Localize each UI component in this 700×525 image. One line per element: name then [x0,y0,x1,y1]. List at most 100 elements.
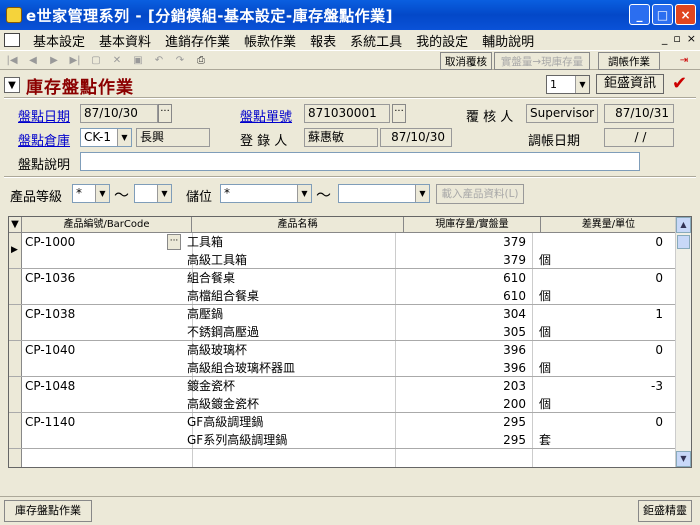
minimize-button[interactable]: _ [629,4,650,25]
cell-stock-qty[interactable]: 304 [397,305,530,323]
cell-counted-qty[interactable]: 379 [397,251,530,269]
menu-inventory[interactable]: 進銷存作業 [158,31,237,50]
warehouse-label[interactable]: 盤點倉庫 [18,130,70,149]
grade-to-select[interactable]: ▼ [134,184,172,203]
cell-stock-qty[interactable]: 203 [397,377,530,395]
cell-full-name[interactable]: 高級工具箱 [187,251,387,269]
cell-counted-qty[interactable]: 305 [397,323,530,341]
delete-icon[interactable]: ✕ [108,52,126,68]
new-icon[interactable]: ▢ [87,52,105,68]
table-row[interactable]: CP-1140 GF高級調理鍋 GF系列高級調理鍋 295 295 0 套 [9,413,677,449]
col-code[interactable]: 產品編號/BarCode [22,217,192,232]
col-qty[interactable]: 現庫存量/實盤量 [404,217,541,232]
grid-vscrollbar[interactable]: ▲ ▼ [675,217,691,467]
cell-code[interactable]: CP-1038 [23,305,163,323]
cell-full-name[interactable]: 不銹鋼高壓過 [187,323,387,341]
warehouse-select[interactable]: CK-1 ▼ [80,128,132,147]
menu-my-settings[interactable]: 我的設定 [409,31,475,50]
menu-basic-settings[interactable]: 基本設定 [26,31,92,50]
cell-name[interactable]: GF高級調理鍋 [187,413,387,431]
table-row[interactable]: CP-1040 高級玻璃杯 高級組合玻璃杯器皿 396 396 0 個 [9,341,677,377]
menu-reports[interactable]: 報表 [303,31,343,50]
cell-stock-qty[interactable]: 610 [397,269,530,287]
location-from-select[interactable]: * ▼ [220,184,312,203]
cell-diff[interactable]: 0 [535,413,667,431]
cell-code[interactable]: CP-1036 [23,269,163,287]
cell-stock-qty[interactable]: 295 [397,413,530,431]
cell-code[interactable]: CP-1000 [23,233,163,251]
first-record-icon[interactable]: |◀ [3,52,21,68]
cell-counted-qty[interactable]: 610 [397,287,530,305]
save-icon[interactable]: ▣ [129,52,147,68]
col-diff[interactable]: 差異量/單位 [541,217,677,232]
cell-unit[interactable]: 個 [535,359,667,377]
table-row[interactable]: CP-1036 組合餐桌 高檔組合餐桌 610 610 0 個 [9,269,677,305]
cell-name[interactable]: 高壓鍋 [187,305,387,323]
cell-diff[interactable]: 0 [535,269,667,287]
print-icon[interactable]: ⎙ [192,52,210,68]
table-row[interactable]: CP-1000 工具箱 高級工具箱 379 379 0 個 [9,233,677,269]
cell-counted-qty[interactable]: 396 [397,359,530,377]
grade-from-select[interactable]: * ▼ [72,184,110,203]
menu-basic-data[interactable]: 基本資料 [92,31,158,50]
cell-full-name[interactable]: GF系列高級調理鍋 [187,431,387,449]
col-name[interactable]: 產品名稱 [192,217,404,232]
cell-stock-qty[interactable]: 379 [397,233,530,251]
collapse-icon[interactable]: ▼ [4,77,20,93]
cell-unit[interactable]: 套 [535,431,667,449]
redo-icon[interactable]: ↷ [171,52,189,68]
menu-system-tools[interactable]: 系統工具 [343,31,409,50]
cell-name[interactable]: 組合餐桌 [187,269,387,287]
cell-diff[interactable]: -3 [535,377,667,395]
last-record-icon[interactable]: ▶| [66,52,84,68]
maximize-button[interactable]: □ [652,4,673,25]
cell-diff[interactable]: 0 [535,341,667,359]
next-record-icon[interactable]: ▶ [45,52,63,68]
cell-name[interactable]: 工具箱 [187,233,387,251]
cell-code[interactable]: CP-1140 [23,413,163,431]
scroll-down-icon[interactable]: ▼ [676,451,691,467]
cell-code[interactable]: CP-1048 [23,377,163,395]
mdi-minimize-button[interactable]: _ [662,32,668,45]
window-tab[interactable]: 庫存盤點作業 [4,500,92,522]
confirm-check-icon[interactable]: ✔ [672,73,687,94]
apply-count-button[interactable]: 實盤量→現庫存量 [494,52,590,70]
cell-diff[interactable]: 0 [535,233,667,251]
description-field[interactable] [80,152,640,171]
page-select[interactable]: 1 ▼ [546,75,590,94]
table-row[interactable]: CP-1048 鍍金瓷杯 高級鍍金瓷杯 203 200 -3 個 [9,377,677,413]
prev-record-icon[interactable]: ◀ [24,52,42,68]
count-date-label[interactable]: 盤點日期 [18,106,70,125]
undo-icon[interactable]: ↶ [150,52,168,68]
load-products-button[interactable]: 載入產品資料(L) [436,184,524,204]
menu-accounts[interactable]: 帳款作業 [237,31,303,50]
scroll-thumb[interactable] [677,235,690,249]
cell-counted-qty[interactable]: 295 [397,431,530,449]
menu-help[interactable]: 輔助說明 [475,31,541,50]
count-date-picker-button[interactable]: ··· [158,104,172,123]
cell-full-name[interactable]: 高級組合玻璃杯器皿 [187,359,387,377]
cell-full-name[interactable]: 高檔組合餐桌 [187,287,387,305]
count-no-field[interactable]: 871030001 [304,104,390,123]
cell-diff[interactable]: 1 [535,305,667,323]
assistant-button[interactable]: 鉅盛精靈 [638,500,692,522]
cell-code[interactable]: CP-1040 [23,341,163,359]
mdi-restore-button[interactable]: ▫ [673,32,680,45]
cell-full-name[interactable]: 高級鍍金瓷杯 [187,395,387,413]
table-row[interactable]: CP-1038 高壓鍋 不銹鋼高壓過 304 305 1 個 [9,305,677,341]
document-icon[interactable] [4,33,20,47]
cell-unit[interactable]: 個 [535,287,667,305]
cell-unit[interactable]: 個 [535,395,667,413]
scroll-up-icon[interactable]: ▲ [676,217,691,233]
exit-icon[interactable]: ⇥ [675,52,693,68]
cell-unit[interactable]: 個 [535,323,667,341]
cancel-review-button[interactable]: 取消覆核 [440,52,492,70]
count-no-label[interactable]: 盤點單號 [240,106,292,125]
cell-stock-qty[interactable]: 396 [397,341,530,359]
location-to-select[interactable]: ▼ [338,184,430,203]
count-no-lookup-button[interactable]: ··· [392,104,406,123]
code-lookup-button[interactable]: ··· [167,234,181,250]
adjust-button[interactable]: 調帳作業 [598,52,660,70]
cell-name[interactable]: 高級玻璃杯 [187,341,387,359]
close-button[interactable]: × [675,4,696,25]
